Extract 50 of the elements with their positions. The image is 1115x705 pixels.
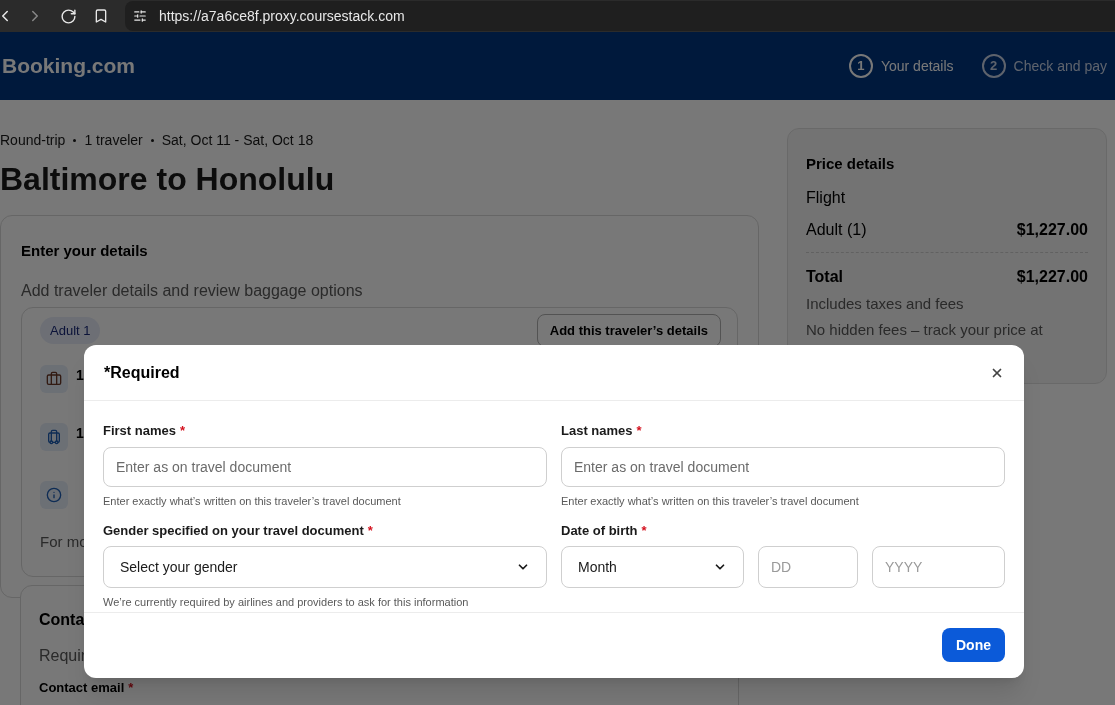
field-label: Date of birth	[561, 521, 638, 540]
price-label: Adult (1)	[806, 219, 867, 240]
text-field[interactable]: Enter as on travel document	[103, 446, 547, 487]
field-label: Contact email	[39, 679, 125, 697]
item-title: 1	[76, 424, 84, 443]
bookmark-icon[interactable]	[93, 8, 109, 24]
card-title: Price details	[806, 154, 896, 174]
logo[interactable]: Booking.com	[2, 50, 135, 82]
required-mark: *	[641, 521, 647, 540]
month-select[interactable]: Month	[561, 546, 744, 588]
bag-icon	[40, 365, 68, 393]
progress-step: 2 Check and pay	[981, 54, 1107, 78]
field-hint: Enter exactly what’s written on this traveler’s travel document	[561, 493, 860, 509]
total-amount: $1,227.00	[1016, 266, 1088, 287]
card-title: Conta	[39, 610, 86, 630]
address-bar[interactable]: https://a7a6ce8f.proxy.coursestack.com	[125, 1, 1115, 31]
required-mark: *	[367, 521, 373, 540]
required-mark: *	[636, 422, 642, 440]
total-label: Total	[806, 266, 844, 287]
year-field[interactable]: YYYY	[872, 546, 1005, 588]
required-mark: *	[180, 422, 186, 440]
done-button[interactable]: Done	[942, 628, 1005, 662]
reload-icon[interactable]	[60, 7, 77, 25]
card-subtitle: Add traveler details and review baggage options	[21, 280, 364, 301]
price-section: Flight	[806, 185, 1088, 210]
price-amount: $1,227.00	[1016, 219, 1088, 240]
text-field[interactable]: Enter as on travel document	[561, 446, 1005, 487]
required-mark: *	[128, 679, 134, 697]
field-label: First names	[103, 422, 176, 440]
page-title: Baltimore to Honolulu	[0, 160, 336, 199]
trip-summary-item: Round-trip	[0, 131, 66, 150]
field-hint: Enter exactly what’s written on this traveler’s travel document	[103, 493, 402, 509]
progress-step: 1 Your details	[848, 54, 954, 78]
card-title: Enter your details	[21, 241, 149, 261]
suitcase-icon	[40, 423, 68, 451]
site-info-icon[interactable]	[133, 9, 147, 23]
price-note: Includes taxes and fees	[806, 293, 965, 314]
card-subtitle: Requir	[39, 646, 88, 666]
gender-select[interactable]: Select your gender	[103, 546, 547, 588]
field-hint: We’re currently required by airlines and providers to ask for this information	[103, 595, 470, 610]
info-icon	[40, 481, 68, 509]
traveler-badge: Adult 1	[40, 316, 101, 344]
day-field[interactable]: DD	[758, 546, 858, 588]
field-label: Last names	[561, 422, 633, 440]
modal-title: *Required	[104, 362, 180, 383]
field-label: Gender specified on your travel document	[103, 521, 364, 540]
trip-summary-item: Sat, Oct 11 - Sat, Oct 18	[161, 131, 314, 150]
price-note: No hidden fees – track your price at	[806, 320, 1044, 340]
item-title: 1	[76, 366, 84, 385]
trip-summary-item: 1 traveler	[84, 131, 143, 150]
